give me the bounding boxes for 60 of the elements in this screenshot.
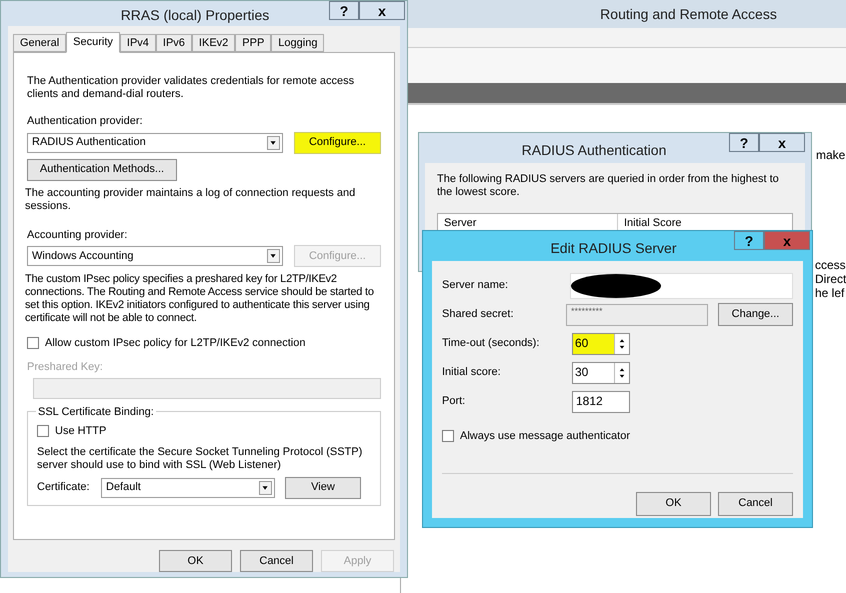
description-text: The Authentication provider validates credentials for remote access clients and demand-dial routers. [27, 75, 356, 101]
close-button[interactable]: x [759, 133, 805, 152]
server-name-field[interactable] [570, 272, 793, 298]
group-title: SSL Certificate Binding: [36, 404, 156, 420]
field-label: Certificate: [37, 480, 91, 496]
help-button[interactable]: ? [729, 133, 759, 152]
window-title: RADIUS Authentication [520, 140, 668, 160]
dialog-button[interactable]: Cancel [240, 550, 313, 572]
dialog-button[interactable]: OK [636, 492, 711, 516]
checkbox-label: Always use message authenticator [460, 429, 630, 444]
field-label: Time-out (seconds): [442, 336, 540, 352]
body-text: Direct [815, 271, 846, 288]
dialog-button[interactable]: Cancel [718, 492, 793, 516]
field-label: Accounting provider: [27, 228, 128, 242]
tab[interactable]: General [13, 34, 66, 52]
tab[interactable]: Security [66, 32, 120, 53]
window-title: RRAS (local) Properties [120, 6, 270, 25]
description-text: Select the certificate the Secure Socket Tunneling Protocol (SSTP) server should use to bind with SSL (Web Listener) [37, 446, 364, 472]
close-button[interactable]: x [359, 1, 405, 20]
view-button[interactable]: View [285, 476, 361, 498]
checkbox-label: Allow custom IPsec policy for L2TP/IKEv2 connection [45, 336, 306, 351]
body-text: ccess [815, 257, 846, 274]
field-label: Authentication provider: [27, 114, 144, 129]
port-field[interactable]: 1812 [572, 390, 630, 412]
tab[interactable]: IPv4 [120, 34, 156, 52]
help-button[interactable]: ? [329, 1, 359, 20]
tab[interactable]: IPv6 [156, 34, 192, 52]
field-label: Server name: [442, 278, 510, 294]
help-button[interactable]: ? [734, 231, 764, 250]
description-text: The following RADIUS servers are queried in order from the highest to the lowest score. [437, 173, 780, 199]
tab[interactable]: PPP [235, 34, 272, 52]
description-text: The custom IPsec policy specifies a preshared key for L2TP/IKEv2 connections. The Routing and Remote Access service should be started to set this option. IKEv2 initiators configured to authenticate this server using certificate will not be able to connect. [25, 273, 375, 325]
checkbox[interactable] [442, 430, 454, 442]
accounting-provider-dropdown[interactable]: Windows Accounting [27, 246, 283, 266]
description-text: The accounting provider maintains a log of connection requests and sessions. [25, 186, 356, 212]
field-label: Initial score: [442, 365, 502, 380]
dialog-button[interactable]: OK [159, 550, 232, 572]
certificate-dropdown[interactable]: Default [101, 478, 275, 498]
tab[interactable]: IKEv2 [192, 34, 236, 52]
tab[interactable]: Logging [271, 34, 324, 52]
configure-button[interactable]: Configure... [294, 132, 381, 154]
close-button[interactable]: x [764, 231, 810, 250]
field-label: Shared secret: [442, 307, 515, 322]
spin-field[interactable]: 30 [572, 362, 630, 384]
body-text: he lef [815, 285, 844, 302]
column-header[interactable]: Initial Score [618, 214, 792, 232]
window-title: Edit RADIUS Server [549, 238, 678, 258]
field-label: Preshared Key: [27, 360, 104, 374]
authentication-methods-button[interactable]: Authentication Methods... [27, 158, 177, 180]
authentication-provider-dropdown[interactable]: RADIUS Authentication [27, 132, 283, 152]
field-label: Port: [442, 394, 466, 410]
checkbox-label: Use HTTP [55, 424, 106, 439]
shared-secret-field[interactable]: ********* [566, 304, 708, 326]
checkbox[interactable] [27, 337, 39, 350]
window-title: Routing and Remote Access [599, 4, 777, 24]
checkbox[interactable] [37, 425, 49, 438]
spin-value: 60 [573, 334, 614, 354]
change-button[interactable]: Change... [718, 303, 793, 326]
spin-field[interactable]: 60 [572, 332, 630, 354]
body-text: make [816, 147, 846, 164]
